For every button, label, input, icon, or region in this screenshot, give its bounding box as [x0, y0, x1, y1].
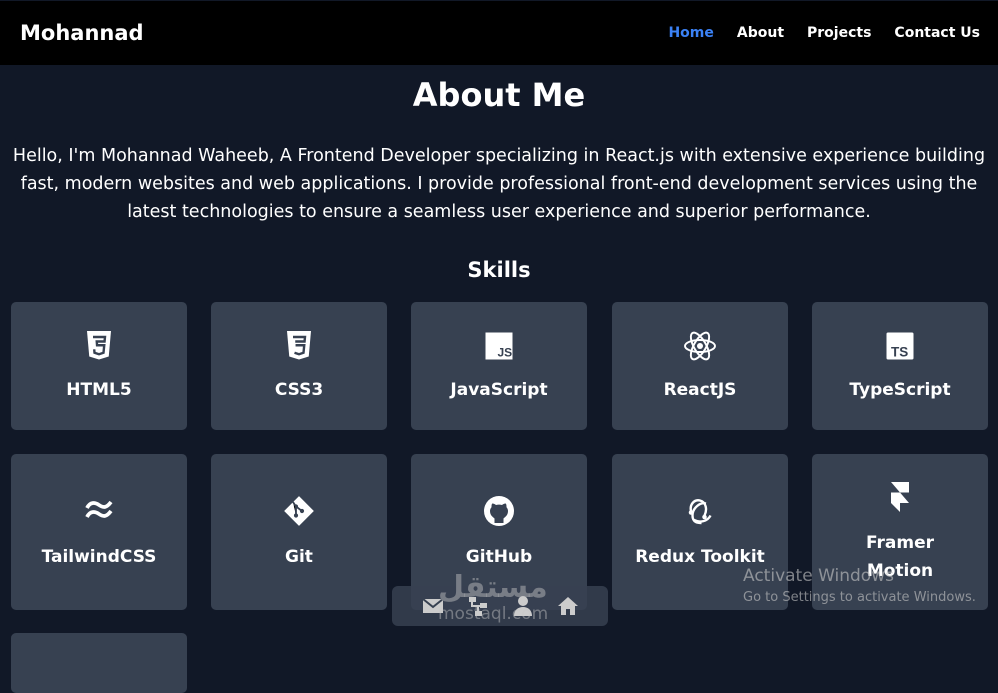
nav-home[interactable]: Home [668, 25, 713, 41]
skill-label: HTML5 [66, 380, 132, 400]
skill-label: TypeScript [849, 380, 951, 400]
react-icon [684, 331, 716, 361]
nav-about[interactable]: About [737, 25, 784, 41]
skill-label: JavaScript [450, 380, 548, 400]
typescript-icon: TS [886, 332, 914, 360]
html5-icon [87, 331, 111, 360]
windows-title: Activate Windows [743, 566, 894, 586]
svg-text:JS: JS [498, 346, 513, 360]
mostaql-logo-watermark: مستقل [438, 570, 548, 605]
mostaql-url-watermark: mostaql.com [438, 604, 549, 624]
windows-subtitle: Go to Settings to activate Windows. [743, 590, 976, 605]
navbar: Mohannad Home About Projects Contact Us [0, 1, 998, 65]
svg-text:TS: TS [891, 345, 908, 360]
logo[interactable]: Mohannad [20, 21, 144, 45]
skills-title: Skills [467, 258, 531, 282]
skill-label: TailwindCSS [41, 547, 157, 567]
git-icon [284, 496, 314, 526]
skill-card: CSS3 [211, 302, 387, 430]
css3-icon [287, 331, 311, 360]
skill-card [11, 633, 187, 693]
skill-card: HTML5 [11, 302, 187, 430]
nav-links: Home About Projects Contact Us [668, 25, 980, 41]
windows-activation-watermark: Activate Windows Go to Settings to activ… [743, 566, 976, 605]
skill-label: Git [285, 547, 313, 567]
skill-label: GitHub [465, 547, 533, 567]
javascript-icon: JS [485, 332, 513, 360]
skill-label: CSS3 [274, 380, 324, 400]
skill-card: JS JavaScript [411, 302, 587, 430]
github-icon [484, 496, 514, 526]
page-title: About Me [412, 76, 586, 114]
redux-icon [688, 499, 712, 525]
skill-label: ReactJS [663, 380, 737, 400]
skill-card: TS TypeScript [812, 302, 988, 430]
skill-card: Git [211, 454, 387, 610]
framer-icon [891, 482, 909, 512]
nav-projects[interactable]: Projects [807, 25, 871, 41]
home-icon[interactable] [556, 594, 580, 618]
nav-contact[interactable]: Contact Us [894, 25, 980, 41]
intro-text: Hello, I'm Mohannad Waheeb, A Frontend D… [12, 146, 986, 222]
tailwind-icon [85, 500, 113, 518]
skill-card: ReactJS [612, 302, 788, 430]
skill-card: TailwindCSS [11, 454, 187, 610]
